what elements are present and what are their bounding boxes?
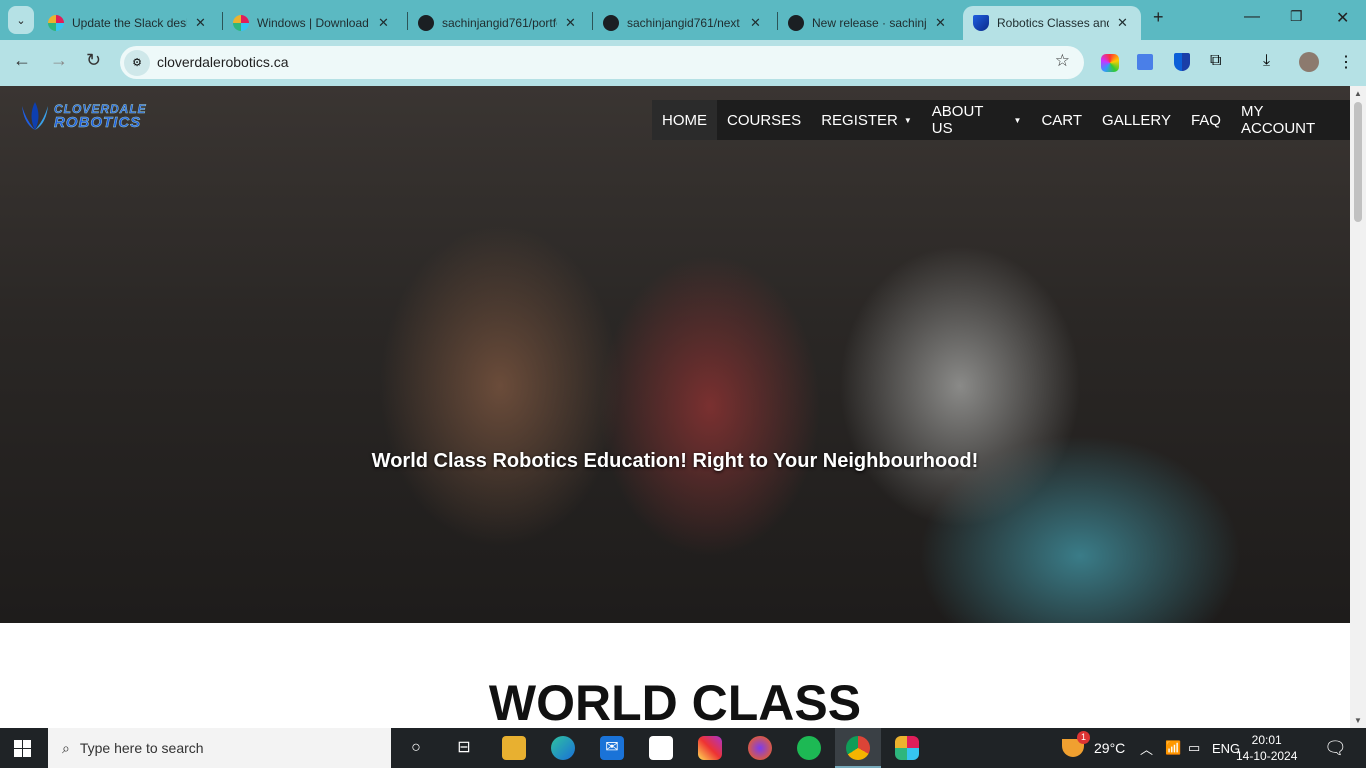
caret-down-icon: ▼: [903, 115, 912, 125]
weather-widget[interactable]: 1 29°C: [1062, 728, 1125, 768]
page-scrollbar[interactable]: ▲ ▼: [1350, 86, 1366, 728]
close-tab-icon[interactable]: ✕: [195, 15, 206, 31]
close-tab-icon[interactable]: ✕: [565, 15, 576, 31]
minimize-button[interactable]: —: [1244, 8, 1260, 26]
back-button[interactable]: ←: [13, 50, 31, 71]
chrome-taskbar-button[interactable]: [835, 728, 881, 768]
chrome-icon: [846, 736, 870, 760]
firefox-icon[interactable]: [748, 736, 772, 760]
nav-register[interactable]: REGISTER ▼: [811, 100, 922, 140]
close-tab-icon[interactable]: ✕: [378, 15, 389, 31]
lotus-logo-icon: [22, 102, 48, 130]
nav-home[interactable]: HOME: [652, 100, 717, 140]
section-heading: WORLD CLASS: [488, 675, 862, 728]
windows-taskbar: ⌕ Type here to search ○ ⊟ ✉ 1 29°C ︿ 📶 ▭ E…: [0, 728, 1366, 768]
task-view-icon[interactable]: ⊟: [452, 736, 476, 760]
nav-gallery[interactable]: GALLERY: [1092, 100, 1181, 140]
tab[interactable]: Update the Slack desktop✕: [38, 6, 216, 40]
color-picker-extension-icon[interactable]: [1101, 54, 1119, 72]
extensions-puzzle-icon[interactable]: ⧉: [1210, 52, 1221, 70]
profile-avatar[interactable]: [1299, 52, 1319, 72]
notification-center-icon[interactable]: 🗨: [1324, 728, 1347, 768]
close-tab-icon[interactable]: ✕: [750, 15, 761, 31]
cloverdale-icon: [973, 15, 989, 31]
tab-active[interactable]: Robotics Classes and ✕: [963, 6, 1141, 40]
github-icon: [788, 15, 804, 31]
hero-image: CLOVERDALE ROBOTICS HOME COURSES REGISTER…: [0, 86, 1350, 623]
tab-search-button[interactable]: ⌄: [8, 6, 34, 34]
nav-my-account[interactable]: MY ACCOUNT: [1231, 100, 1350, 140]
google-translate-icon[interactable]: [1137, 54, 1153, 70]
close-tab-icon[interactable]: ✕: [935, 15, 946, 31]
tab-bar: ⌄ Update the Slack desktop✕ Windows | Do…: [0, 0, 1366, 40]
site-settings-icon[interactable]: ⚙: [124, 50, 150, 76]
tab[interactable]: sachinjangid761/portfolio✕: [408, 6, 586, 40]
nav-cart[interactable]: CART: [1031, 100, 1092, 140]
wifi-icon[interactable]: 📶: [1165, 728, 1181, 768]
cortana-icon[interactable]: ○: [404, 736, 428, 760]
menu-kebab-icon[interactable]: ⋮: [1338, 52, 1354, 72]
slack-icon: [48, 15, 64, 31]
tab[interactable]: New release · sachinjangid✕: [778, 6, 956, 40]
edge-icon[interactable]: [551, 736, 575, 760]
new-tab-button[interactable]: +: [1153, 7, 1164, 28]
weather-icon: 1: [1062, 731, 1090, 757]
battery-icon[interactable]: ▭: [1188, 728, 1200, 768]
show-hidden-icons-chevron[interactable]: ︿: [1140, 728, 1153, 768]
close-window-button[interactable]: ✕: [1336, 8, 1349, 28]
bookmark-star-icon[interactable]: ☆: [1055, 51, 1070, 71]
scrollbar-thumb[interactable]: [1354, 102, 1362, 222]
restore-button[interactable]: ❐: [1290, 8, 1303, 25]
web-page: CLOVERDALE ROBOTICS HOME COURSES REGISTER…: [0, 86, 1350, 728]
browser-toolbar: ← → ↻ ⚙ cloverdalerobotics.ca ☆ ⧉ ⤓ ⋮: [0, 40, 1366, 86]
forward-button[interactable]: →: [50, 50, 68, 71]
slack-icon[interactable]: [895, 736, 919, 760]
github-icon: [603, 15, 619, 31]
address-bar[interactable]: ⚙ cloverdalerobotics.ca ☆: [120, 46, 1084, 79]
site-logo[interactable]: CLOVERDALE ROBOTICS: [20, 100, 147, 132]
instagram-icon[interactable]: [698, 736, 722, 760]
tab[interactable]: Windows | Download ✕: [223, 6, 399, 40]
hero-tagline: World Class Robotics Education! Right to…: [371, 450, 979, 472]
spotify-icon[interactable]: [797, 736, 821, 760]
url-text[interactable]: cloverdalerobotics.ca: [157, 54, 289, 70]
mail-icon[interactable]: ✉: [600, 736, 624, 760]
download-icon[interactable]: ⤓: [1263, 52, 1270, 70]
shield-extension-icon[interactable]: [1174, 53, 1190, 71]
caret-down-icon: ▼: [1013, 115, 1022, 125]
github-icon: [418, 15, 434, 31]
nav-faq[interactable]: FAQ: [1181, 100, 1231, 140]
nav-about-us[interactable]: ABOUT US ▼: [922, 100, 1032, 140]
file-explorer-icon[interactable]: [502, 736, 526, 760]
nav-courses[interactable]: COURSES: [717, 100, 811, 140]
store-icon[interactable]: [649, 736, 673, 760]
windows-start-button[interactable]: [14, 740, 31, 757]
search-icon: ⌕: [62, 739, 70, 756]
clock[interactable]: 20:01 14-10-2024: [1236, 732, 1297, 764]
reload-button[interactable]: ↻: [86, 50, 101, 71]
slack-icon: [233, 15, 249, 31]
close-tab-icon[interactable]: ✕: [1117, 15, 1128, 31]
tab[interactable]: sachinjangid761/next ✕: [593, 6, 771, 40]
main-nav: HOME COURSES REGISTER ▼ ABOUT US ▼ CART GA…: [652, 100, 1350, 140]
taskbar-search[interactable]: ⌕ Type here to search: [48, 728, 391, 768]
